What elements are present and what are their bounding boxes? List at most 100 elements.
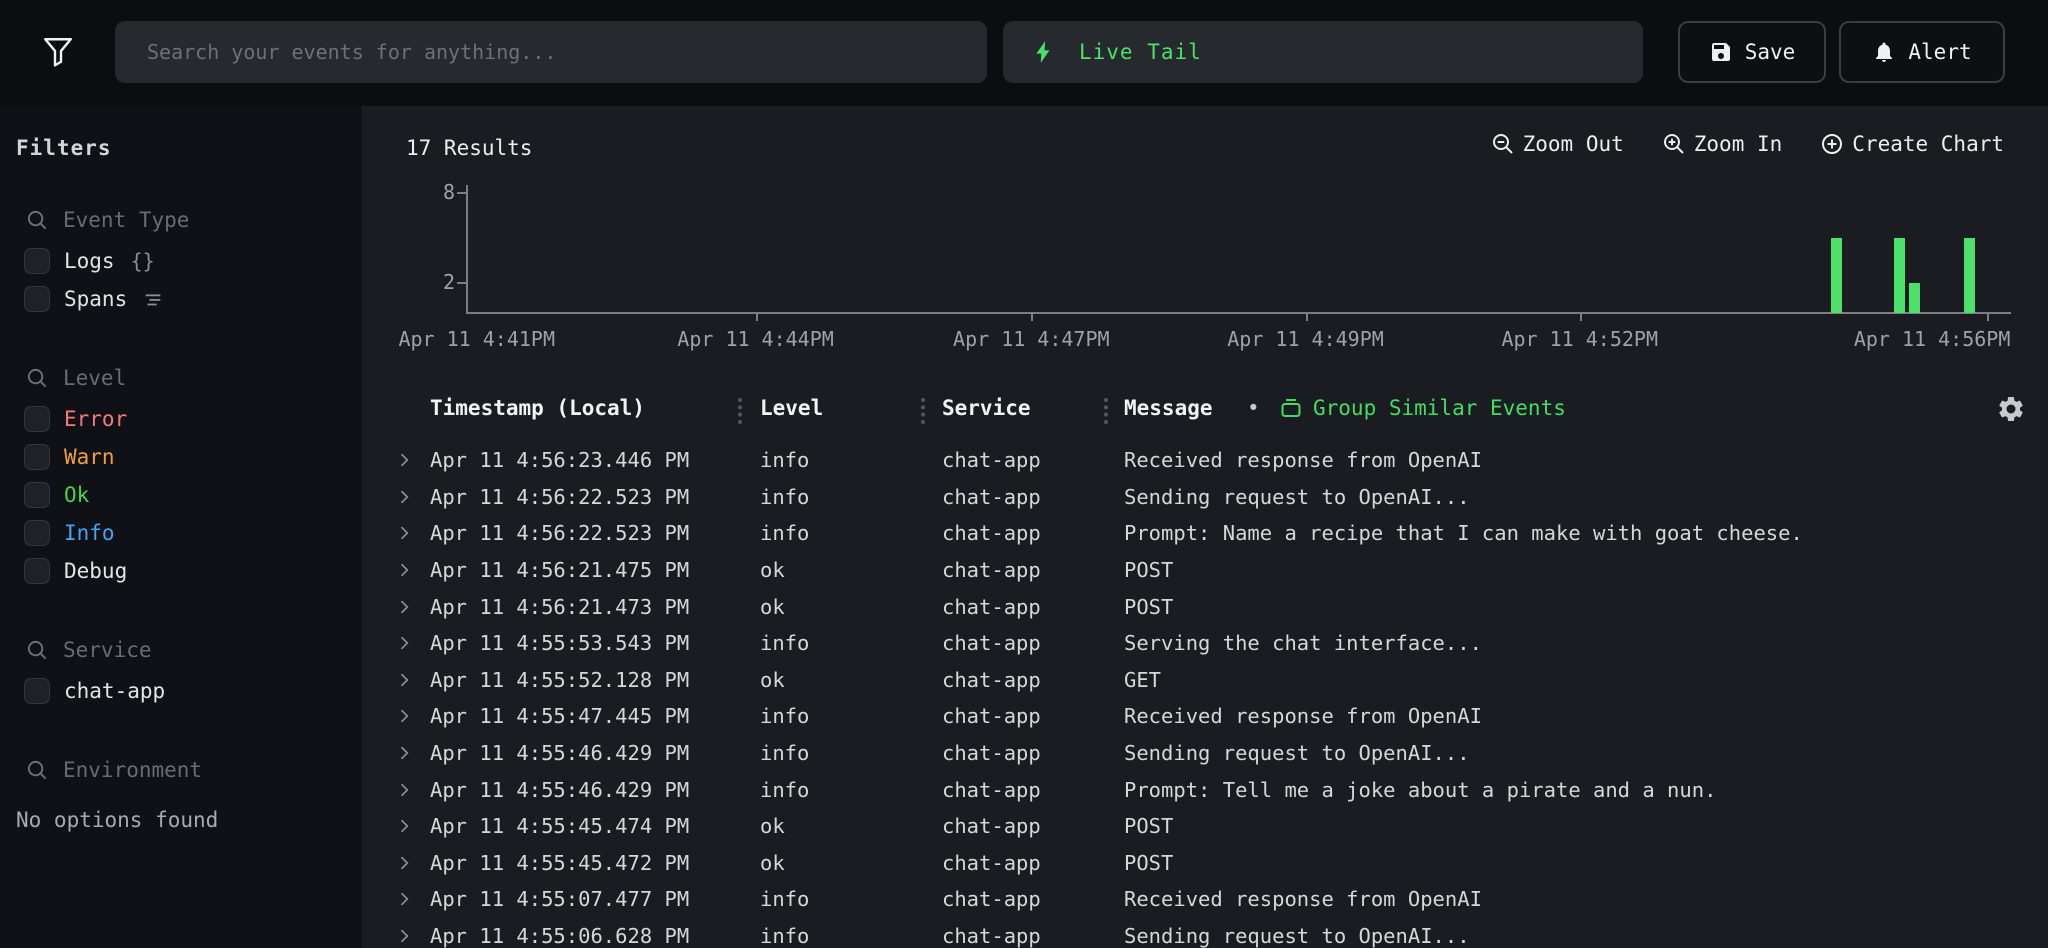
table-row[interactable]: Apr 11 4:56:22.523 PM info chat-app Prompt:… (363, 515, 2048, 552)
checkbox[interactable] (24, 248, 50, 274)
x-tick-label: Apr 11 4:56PM (1854, 327, 2011, 351)
filter-option-error[interactable]: Error (0, 400, 362, 438)
main-panel: 17 Results Zoom Out Zoom In Create Chart (363, 106, 2048, 948)
cell-message: Sending request to OpenAI... (1124, 485, 1470, 509)
row-expand-chevron[interactable] (394, 670, 414, 690)
expand-chevron-icon (394, 450, 414, 470)
filter-search-service[interactable]: Service (0, 634, 362, 666)
cell-timestamp: Apr 11 4:56:21.473 PM (430, 595, 689, 619)
row-expand-chevron[interactable] (394, 597, 414, 617)
filter-option-ok[interactable]: Ok (0, 476, 362, 514)
filter-search-level[interactable]: Level (0, 362, 362, 394)
cell-service: chat-app (942, 668, 1041, 692)
cell-level: ok (760, 851, 785, 875)
table-row[interactable]: Apr 11 4:55:45.474 PMokchat-appPOST (363, 808, 2048, 845)
filter-option-warn[interactable]: Warn (0, 438, 362, 476)
group-similar-events-button[interactable]: Group Similar Events (1279, 396, 1566, 420)
histogram-bar[interactable] (1909, 283, 1920, 313)
table-row[interactable]: Apr 11 4:55:52.128 PMokchat-appGET (363, 662, 2048, 699)
histogram-bar[interactable] (1964, 238, 1975, 313)
filter-option-debug[interactable]: Debug (0, 552, 362, 590)
checkbox[interactable] (24, 678, 50, 704)
live-tail-button[interactable]: Live Tail (1003, 21, 1643, 83)
event-search-box[interactable] (115, 21, 987, 83)
row-expand-chevron[interactable] (394, 487, 414, 507)
checkbox[interactable] (24, 444, 50, 470)
column-header-message[interactable]: Message (1124, 396, 1213, 420)
table-row[interactable]: Apr 11 4:55:07.477 PMinfochat-appReceive… (363, 881, 2048, 918)
table-settings-gear-icon[interactable] (1996, 394, 2026, 424)
cell-level: info (760, 521, 809, 545)
column-separator[interactable] (921, 398, 925, 424)
table-header: Timestamp (Local) Level Service Message … (363, 396, 2048, 432)
expand-chevron-icon (394, 597, 414, 617)
column-header-timestamp[interactable]: Timestamp (Local) (430, 396, 645, 420)
row-expand-chevron[interactable] (394, 889, 414, 909)
table-row[interactable]: Apr 11 4:55:06.628 PMinfochat-appSending… (363, 918, 2048, 948)
cell-timestamp: Apr 11 4:55:07.477 PM (430, 887, 689, 911)
cell-service: chat-app (942, 704, 1041, 728)
cell-message: Serving the chat interface... (1124, 631, 1482, 655)
column-separator[interactable] (738, 398, 742, 424)
cell-level: ok (760, 668, 785, 692)
expand-chevron-icon (394, 670, 414, 690)
checkbox[interactable] (24, 558, 50, 584)
cell-message: Sending request to OpenAI... (1124, 741, 1470, 765)
table-row[interactable]: Apr 11 4:55:53.543 PMinfochat-appServing… (363, 625, 2048, 662)
checkbox[interactable] (24, 406, 50, 432)
row-expand-chevron[interactable] (394, 853, 414, 873)
row-expand-chevron[interactable] (394, 523, 414, 543)
row-expand-chevron[interactable] (394, 926, 414, 946)
row-expand-chevron[interactable] (394, 560, 414, 580)
filter-search-event-type[interactable]: Event Type (0, 204, 362, 236)
filter-option-info[interactable]: Info (0, 514, 362, 552)
checkbox[interactable] (24, 482, 50, 508)
table-row[interactable]: Apr 11 4:55:46.429 PMinfochat-appSending… (363, 735, 2048, 772)
filter-search-environment[interactable]: Environment (0, 754, 362, 786)
row-expand-chevron[interactable] (394, 706, 414, 726)
x-tick-mark (756, 312, 758, 321)
row-expand-chevron[interactable] (394, 450, 414, 470)
histogram-bar[interactable] (1831, 238, 1842, 313)
table-row[interactable]: Apr 11 4:56:23.446 PMinfochat-appReceive… (363, 442, 2048, 479)
filter-funnel-icon[interactable] (38, 28, 78, 76)
cell-service: chat-app (942, 851, 1041, 875)
cell-timestamp: Apr 11 4:56:22.523 PM (430, 521, 689, 545)
alert-button[interactable]: Alert (1839, 21, 2005, 83)
table-row[interactable]: Apr 11 4:56:21.475 PMokchat-appPOST (363, 552, 2048, 589)
expand-chevron-icon (394, 633, 414, 653)
bolt-icon (1031, 39, 1057, 65)
expand-chevron-icon (394, 487, 414, 507)
filters-title: Filters (16, 136, 362, 160)
row-expand-chevron[interactable] (394, 780, 414, 800)
column-header-service[interactable]: Service (942, 396, 1031, 420)
cell-message: Prompt: Name a recipe that I can make wi… (1124, 521, 1803, 545)
search-input[interactable] (145, 39, 957, 65)
column-separator[interactable] (1104, 398, 1108, 424)
expand-chevron-icon (394, 780, 414, 800)
filter-option-spans[interactable]: Spans (0, 280, 362, 318)
save-button[interactable]: Save (1678, 21, 1826, 83)
row-expand-chevron[interactable] (394, 743, 414, 763)
cell-message: Prompt: Tell me a joke about a pirate an… (1124, 778, 1716, 802)
row-expand-chevron[interactable] (394, 633, 414, 653)
bell-icon (1872, 40, 1896, 64)
events-histogram[interactable]: 82Apr 11 4:41PMApr 11 4:44PMApr 11 4:47P… (363, 106, 2048, 366)
cell-service: chat-app (942, 521, 1041, 545)
spans-icon (141, 288, 165, 310)
cell-timestamp: Apr 11 4:56:21.475 PM (430, 558, 689, 582)
checkbox[interactable] (24, 286, 50, 312)
table-row[interactable]: Apr 11 4:55:46.429 PMinfochat-appPrompt:… (363, 771, 2048, 808)
filter-option-label: Error (64, 407, 127, 431)
table-row[interactable]: Apr 11 4:55:47.445 PMinfochat-appReceive… (363, 698, 2048, 735)
table-row[interactable]: Apr 11 4:56:21.473 PMokchat-appPOST (363, 588, 2048, 625)
row-expand-chevron[interactable] (394, 816, 414, 836)
filter-option-chat-app[interactable]: chat-app (0, 672, 362, 710)
table-row[interactable]: Apr 11 4:55:45.472 PMokchat-appPOST (363, 845, 2048, 882)
histogram-bar[interactable] (1894, 238, 1905, 313)
table-row[interactable]: Apr 11 4:56:22.523 PMinfochat-appSending… (363, 479, 2048, 516)
checkbox[interactable] (24, 520, 50, 546)
filter-placeholder-environment: Environment (63, 758, 202, 782)
filter-option-logs[interactable]: Logs{} (0, 242, 362, 280)
column-header-level[interactable]: Level (760, 396, 823, 420)
